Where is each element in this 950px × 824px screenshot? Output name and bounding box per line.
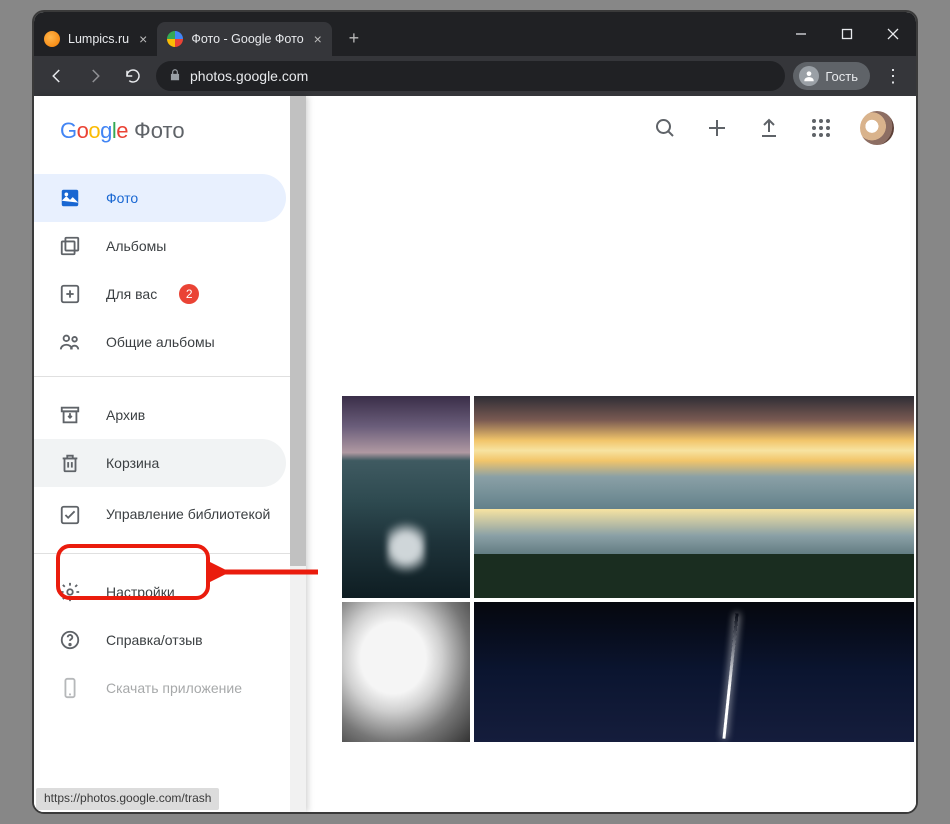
favicon-icon — [167, 31, 183, 47]
photo-thumbnail[interactable] — [342, 396, 470, 598]
nav-primary: Фото Альбомы Для вас 2 Общие альбомы — [34, 160, 306, 366]
browser-menu-button[interactable]: ⋮ — [878, 66, 908, 87]
shared-icon — [58, 330, 82, 354]
sidebar: Google Фото Фото Альбомы Для вас 2 — [34, 96, 306, 812]
settings-icon — [58, 580, 82, 604]
sidebar-item-label: Фото — [106, 190, 138, 206]
guest-avatar-icon — [799, 66, 819, 86]
tab-lumpics[interactable]: Lumpics.ru × — [34, 22, 157, 56]
status-bar: https://photos.google.com/trash — [36, 788, 219, 810]
download-icon — [58, 676, 82, 700]
url-field[interactable]: photos.google.com — [156, 61, 785, 91]
product-name: Фото — [134, 118, 185, 144]
scrollbar-thumb[interactable] — [290, 96, 306, 566]
close-window-button[interactable] — [870, 12, 916, 56]
status-url: https://photos.google.com/trash — [44, 791, 211, 805]
albums-icon — [58, 234, 82, 258]
sidebar-item-label: Справка/отзыв — [106, 632, 203, 648]
apps-button[interactable] — [808, 115, 834, 141]
for-you-icon — [58, 282, 82, 306]
photo-grid-row — [342, 602, 916, 742]
window-controls — [778, 12, 916, 56]
top-toolbar — [306, 96, 916, 160]
sidebar-item-shared[interactable]: Общие альбомы — [34, 318, 286, 366]
url-text: photos.google.com — [190, 68, 308, 84]
close-tab-icon[interactable]: × — [314, 31, 322, 47]
upload-button[interactable] — [756, 115, 782, 141]
titlebar: Lumpics.ru × Фото - Google Фото × + — [34, 12, 916, 56]
minimize-button[interactable] — [778, 12, 824, 56]
tab-google-photos[interactable]: Фото - Google Фото × — [157, 22, 332, 56]
archive-icon — [58, 403, 82, 427]
manage-icon — [58, 503, 82, 527]
photo-icon — [58, 186, 82, 210]
favicon-icon — [44, 31, 60, 47]
search-button[interactable] — [652, 115, 678, 141]
account-avatar[interactable] — [860, 111, 894, 145]
main-content — [306, 96, 916, 812]
photo-grid-row — [342, 396, 916, 598]
sidebar-item-label: Скачать приложение — [106, 680, 242, 696]
profile-button[interactable]: Гость — [793, 62, 870, 90]
sidebar-item-photos[interactable]: Фото — [34, 174, 286, 222]
sidebar-item-help[interactable]: Справка/отзыв — [34, 616, 286, 664]
maximize-button[interactable] — [824, 12, 870, 56]
sidebar-item-manage-library[interactable]: Управление библиотекой — [34, 487, 286, 543]
reload-button[interactable] — [118, 61, 148, 91]
sidebar-item-albums[interactable]: Альбомы — [34, 222, 286, 270]
guest-label: Гость — [825, 69, 858, 84]
trash-icon — [58, 451, 82, 475]
sidebar-item-for-you[interactable]: Для вас 2 — [34, 270, 286, 318]
nav-tertiary: Настройки Справка/отзыв Скачать приложен… — [34, 564, 306, 712]
browser-window: Lumpics.ru × Фото - Google Фото × + phot… — [32, 10, 918, 814]
create-button[interactable] — [704, 115, 730, 141]
notification-badge: 2 — [179, 284, 199, 304]
forward-button[interactable] — [80, 61, 110, 91]
close-tab-icon[interactable]: × — [139, 31, 147, 47]
sidebar-item-label: Настройки — [106, 584, 175, 600]
sidebar-scrollbar[interactable] — [290, 96, 306, 812]
google-logo: Google — [60, 118, 128, 144]
photo-thumbnail[interactable] — [342, 602, 470, 742]
sidebar-item-download-app[interactable]: Скачать приложение — [34, 664, 286, 712]
sidebar-item-trash[interactable]: Корзина — [34, 439, 286, 487]
tab-label: Lumpics.ru — [68, 32, 129, 46]
sidebar-item-label: Корзина — [106, 455, 159, 471]
sidebar-item-label: Общие альбомы — [106, 334, 215, 350]
back-button[interactable] — [42, 61, 72, 91]
divider — [34, 553, 306, 554]
sidebar-item-settings[interactable]: Настройки — [34, 568, 286, 616]
sidebar-item-archive[interactable]: Архив — [34, 391, 286, 439]
nav-secondary: Архив Корзина Управление библиотекой — [34, 387, 306, 543]
address-bar: photos.google.com Гость ⋮ — [34, 56, 916, 96]
photo-thumbnail[interactable] — [474, 602, 914, 742]
sidebar-item-label: Для вас — [106, 286, 157, 302]
sidebar-item-label: Альбомы — [106, 238, 166, 254]
lock-icon — [168, 68, 182, 85]
help-icon — [58, 628, 82, 652]
new-tab-button[interactable]: + — [340, 28, 368, 49]
sidebar-item-label: Управление библиотекой — [106, 506, 270, 524]
sidebar-item-label: Архив — [106, 407, 145, 423]
brand: Google Фото — [34, 96, 306, 160]
photo-thumbnail[interactable] — [474, 396, 914, 598]
divider — [34, 376, 306, 377]
tab-label: Фото - Google Фото — [191, 32, 303, 46]
app-body: Google Фото Фото Альбомы Для вас 2 — [34, 96, 916, 812]
